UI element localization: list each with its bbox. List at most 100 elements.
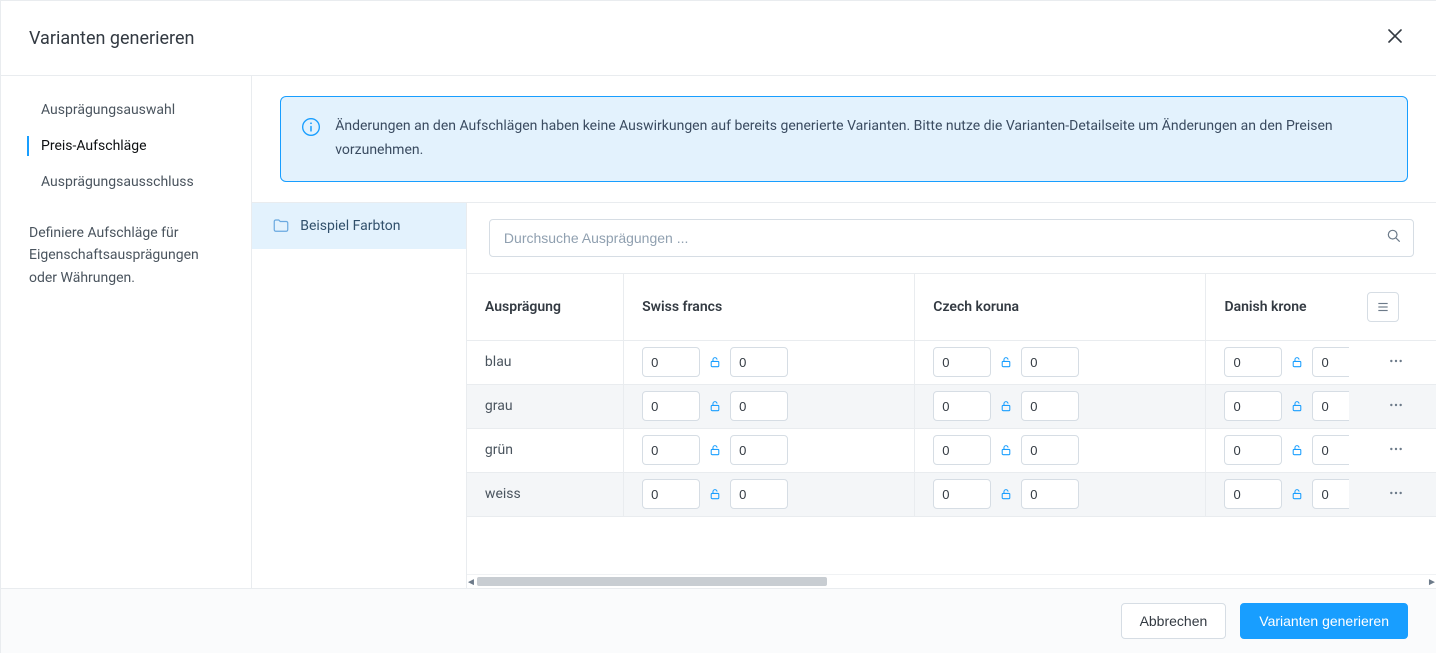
lock-toggle[interactable]	[706, 399, 724, 413]
lock-icon	[1288, 399, 1306, 413]
property-list: Beispiel Farbton	[252, 202, 467, 588]
row-actions-button[interactable]	[1382, 347, 1410, 378]
lock-toggle[interactable]	[997, 399, 1015, 413]
price-input-b[interactable]	[1021, 391, 1079, 421]
sidebar-item-surcharges[interactable]: Preis-Aufschläge	[1, 128, 251, 164]
row-label: weiss	[485, 486, 521, 502]
grid-scroll[interactable]: Ausprägung Swiss francs Czech koruna Dan…	[467, 273, 1436, 517]
lock-toggle[interactable]	[706, 487, 724, 501]
col-settings	[1349, 273, 1436, 341]
dots-icon	[1388, 485, 1404, 501]
modal-header: Varianten generieren	[1, 1, 1436, 76]
price-input-b[interactable]	[730, 347, 788, 377]
table-row: grün	[467, 429, 1436, 473]
price-input-a[interactable]	[642, 347, 700, 377]
scroll-left-arrow-icon: ◄	[467, 575, 477, 588]
lock-toggle[interactable]	[706, 443, 724, 457]
lock-toggle[interactable]	[997, 487, 1015, 501]
sidebar-item-label: Preis-Aufschläge	[41, 138, 147, 154]
cancel-button[interactable]: Abbrechen	[1121, 603, 1227, 639]
content-row: Beispiel Farbton	[252, 202, 1436, 588]
price-input-b[interactable]	[730, 391, 788, 421]
grid-settings-button[interactable]	[1367, 292, 1399, 322]
price-input-b[interactable]	[1021, 435, 1079, 465]
price-input-b[interactable]	[1021, 347, 1079, 377]
sidebar-item-values[interactable]: Ausprägungsauswahl	[1, 92, 251, 128]
info-alert-text: Änderungen an den Aufschlägen haben kein…	[335, 115, 1387, 163]
price-input-a[interactable]	[1224, 347, 1282, 377]
price-pair	[642, 479, 904, 509]
price-input-a[interactable]	[642, 391, 700, 421]
row-label: grau	[485, 398, 513, 414]
lock-toggle[interactable]	[706, 355, 724, 369]
lock-toggle[interactable]	[1288, 487, 1306, 501]
row-actions-cell	[1349, 473, 1436, 517]
price-input-a[interactable]	[1224, 435, 1282, 465]
col-currency-0: Swiss francs	[624, 273, 915, 341]
col-value: Ausprägung	[467, 273, 624, 341]
generate-button[interactable]: Varianten generieren	[1240, 603, 1408, 639]
scroll-right-arrow-icon: ►	[1426, 575, 1436, 588]
row-actions-cell	[1349, 385, 1436, 429]
modal-footer: Abbrechen Varianten generieren	[1, 588, 1436, 653]
search-input[interactable]	[489, 219, 1414, 257]
currency-cell	[915, 429, 1206, 473]
price-input-a[interactable]	[933, 347, 991, 377]
price-input-a[interactable]	[933, 435, 991, 465]
lock-toggle[interactable]	[1288, 355, 1306, 369]
price-input-a[interactable]	[933, 391, 991, 421]
row-actions-cell	[1349, 429, 1436, 473]
row-actions-cell	[1349, 341, 1436, 385]
sidebar-item-exclusions[interactable]: Ausprägungsausschluss	[1, 164, 251, 200]
currency-cell	[624, 473, 915, 517]
lock-toggle[interactable]	[1288, 399, 1306, 413]
sidebar-description: Definiere Aufschläge für Eigenschaftsaus…	[1, 200, 251, 289]
currency-cell	[915, 341, 1206, 385]
price-input-b[interactable]	[1021, 479, 1079, 509]
grid-header-row: Ausprägung Swiss francs Czech koruna Dan…	[467, 273, 1436, 341]
lock-icon	[706, 487, 724, 501]
price-input-b[interactable]	[730, 479, 788, 509]
price-pair	[933, 435, 1195, 465]
lock-icon	[997, 487, 1015, 501]
row-label: blau	[485, 354, 512, 370]
sidebar-item-label: Ausprägungsauswahl	[41, 102, 175, 118]
price-pair	[642, 391, 904, 421]
table-row: blau	[467, 341, 1436, 385]
price-input-a[interactable]	[1224, 391, 1282, 421]
row-actions-button[interactable]	[1382, 435, 1410, 466]
lock-icon	[706, 355, 724, 369]
sidebar-item-label: Ausprägungsausschluss	[41, 174, 194, 190]
modal: Varianten generieren Ausprägungsauswahl …	[0, 0, 1436, 653]
sidebar-nav: Ausprägungsauswahl Preis-Aufschläge Ausp…	[1, 92, 251, 200]
horizontal-scrollbar[interactable]: ◄ ►	[467, 574, 1436, 588]
lock-toggle[interactable]	[1288, 443, 1306, 457]
search	[489, 219, 1414, 257]
price-input-a[interactable]	[642, 479, 700, 509]
currency-cell	[624, 341, 915, 385]
price-pair	[642, 347, 904, 377]
price-pair	[642, 435, 904, 465]
lock-icon	[997, 443, 1015, 457]
close-button[interactable]	[1382, 23, 1408, 53]
row-actions-button[interactable]	[1382, 479, 1410, 510]
price-pair	[933, 479, 1195, 509]
table-area: Ausprägung Swiss francs Czech koruna Dan…	[467, 202, 1436, 588]
sidebar: Ausprägungsauswahl Preis-Aufschläge Ausp…	[1, 76, 252, 588]
row-label-cell: grau	[467, 385, 624, 429]
lock-icon	[1288, 355, 1306, 369]
lock-toggle[interactable]	[997, 443, 1015, 457]
modal-title: Varianten generieren	[29, 28, 194, 49]
property-list-item[interactable]: Beispiel Farbton	[252, 203, 466, 249]
price-input-a[interactable]	[933, 479, 991, 509]
price-input-b[interactable]	[730, 435, 788, 465]
search-wrap	[467, 203, 1436, 273]
lock-icon	[706, 399, 724, 413]
row-actions-button[interactable]	[1382, 391, 1410, 422]
currency-cell	[624, 429, 915, 473]
folder-icon	[272, 217, 290, 235]
price-input-a[interactable]	[1224, 479, 1282, 509]
price-input-a[interactable]	[642, 435, 700, 465]
col-currency-1: Czech koruna	[915, 273, 1206, 341]
lock-toggle[interactable]	[997, 355, 1015, 369]
